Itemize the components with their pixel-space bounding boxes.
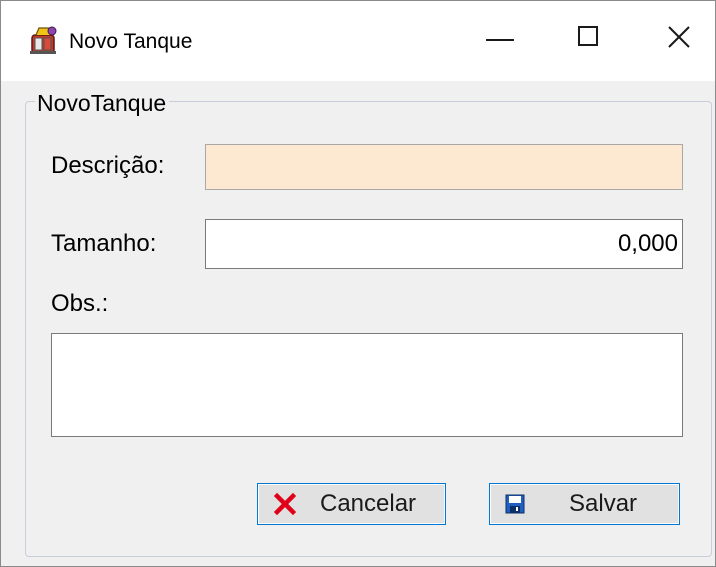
tamanho-input[interactable] <box>205 219 683 269</box>
cancel-button-label: Cancelar <box>320 490 417 517</box>
title-bar[interactable]: Novo Tanque <box>1 1 715 81</box>
maximize-icon <box>578 26 598 46</box>
close-icon <box>667 25 691 49</box>
window-title: Novo Tanque <box>69 30 193 53</box>
groupbox-title: NovoTanque <box>35 89 170 117</box>
maximize-button[interactable] <box>547 1 623 81</box>
cancel-button[interactable]: Cancelar <box>257 483 446 525</box>
close-button[interactable] <box>637 1 715 81</box>
obs-label: Obs.: <box>51 290 109 317</box>
descricao-input[interactable] <box>205 144 683 190</box>
red-x-icon <box>273 492 297 516</box>
save-button[interactable]: Salvar <box>489 483 680 525</box>
minimize-icon <box>486 39 514 41</box>
tank-app-icon <box>28 25 60 57</box>
descricao-label: Descrição: <box>51 152 165 179</box>
tamanho-label: Tamanho: <box>51 230 157 257</box>
save-button-label: Salvar <box>569 490 638 517</box>
obs-textarea[interactable] <box>51 333 683 437</box>
dialog-window: Novo Tanque NovoTanque Descrição: Tamanh… <box>0 0 716 567</box>
floppy-disk-icon <box>504 493 526 515</box>
